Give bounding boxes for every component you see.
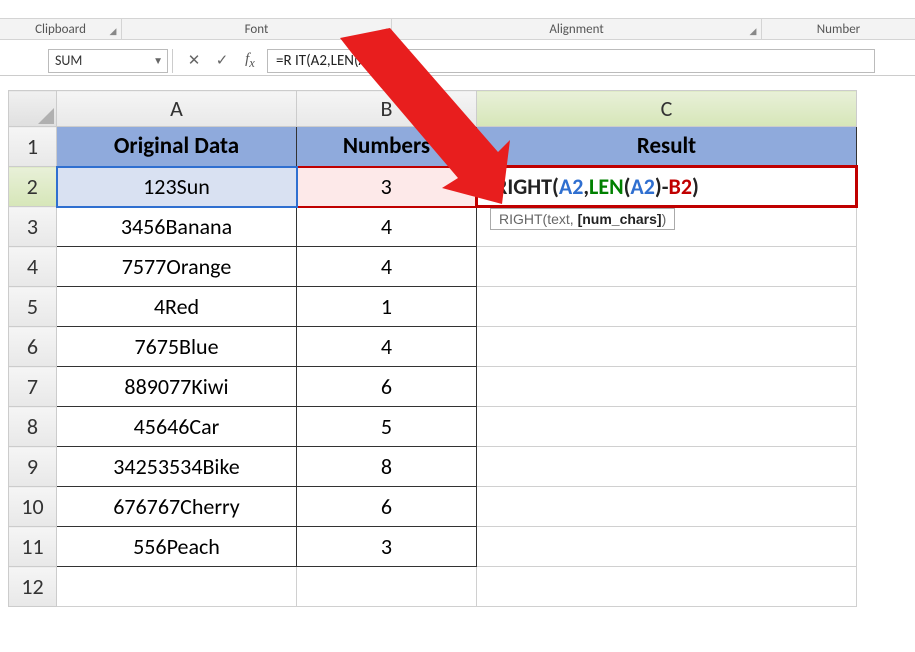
- col-header-B[interactable]: B: [297, 91, 477, 127]
- select-all-corner[interactable]: [9, 91, 57, 127]
- cell-A6[interactable]: 7675Blue: [57, 327, 297, 367]
- cell-C6[interactable]: [477, 327, 857, 367]
- cell-B2[interactable]: 3: [297, 167, 477, 207]
- row-header-3[interactable]: 3: [9, 207, 57, 247]
- cell-C10[interactable]: [477, 487, 857, 527]
- cell-C5[interactable]: [477, 287, 857, 327]
- row-header-6[interactable]: 6: [9, 327, 57, 367]
- ribbon-group-number: Number: [762, 19, 915, 39]
- cell-C11[interactable]: [477, 527, 857, 567]
- ribbon-group-font: Font ◢: [122, 19, 392, 39]
- row-header-2[interactable]: 2: [9, 167, 57, 207]
- row-header-1[interactable]: 1: [9, 127, 57, 167]
- cell-B5[interactable]: 1: [297, 287, 477, 327]
- cell-A9[interactable]: 34253534Bike: [57, 447, 297, 487]
- row-header-5[interactable]: 5: [9, 287, 57, 327]
- dialog-launcher-icon[interactable]: ◢: [748, 27, 758, 37]
- cell-C4[interactable]: [477, 247, 857, 287]
- cell-B6[interactable]: 4: [297, 327, 477, 367]
- col-header-C[interactable]: C: [477, 91, 857, 127]
- cell-C7[interactable]: [477, 367, 857, 407]
- fx-icon[interactable]: fx: [241, 51, 259, 71]
- formula-text: =R IT(A2,LEN(A2)-B2): [276, 52, 404, 70]
- cell-C8[interactable]: [477, 407, 857, 447]
- cell-B4[interactable]: 4: [297, 247, 477, 287]
- row-header-10[interactable]: 10: [9, 487, 57, 527]
- row-header-9[interactable]: 9: [9, 447, 57, 487]
- cell-A3[interactable]: 3456Banana: [57, 207, 297, 247]
- cell-B7[interactable]: 6: [297, 367, 477, 407]
- row-header-8[interactable]: 8: [9, 407, 57, 447]
- cell-A11[interactable]: 556Peach: [57, 527, 297, 567]
- dialog-launcher-icon[interactable]: ◢: [378, 27, 388, 37]
- cancel-formula-icon[interactable]: ✕: [185, 51, 203, 70]
- cell-C9[interactable]: [477, 447, 857, 487]
- cell-B12[interactable]: [297, 567, 477, 607]
- cell-C2[interactable]: =RIGHT(A2,LEN(A2)-B2)RIGHT(text, [num_ch…: [477, 167, 857, 207]
- ribbon-group-row: Clipboard ◢ Font ◢ Alignment ◢ Number: [0, 18, 915, 40]
- ribbon-group-alignment: Alignment ◢: [392, 19, 762, 39]
- ribbon-group-label: Font: [245, 22, 269, 37]
- formula-input[interactable]: =R IT(A2,LEN(A2)-B2): [267, 49, 875, 73]
- row-header-12[interactable]: 12: [9, 567, 57, 607]
- dialog-launcher-icon[interactable]: ◢: [108, 27, 118, 37]
- formula-tooltip: RIGHT(text, [num_chars]): [490, 208, 675, 230]
- cell-A8[interactable]: 45646Car: [57, 407, 297, 447]
- cell-B8[interactable]: 5: [297, 407, 477, 447]
- name-box-dropdown-icon[interactable]: ▼: [153, 54, 163, 67]
- cell-B10[interactable]: 6: [297, 487, 477, 527]
- cell-A12[interactable]: [57, 567, 297, 607]
- cell-A4[interactable]: 7577Orange: [57, 247, 297, 287]
- name-box[interactable]: SUM ▼: [48, 49, 168, 73]
- row-header-4[interactable]: 4: [9, 247, 57, 287]
- formula-bar: SUM ▼ ✕ ✓ fx =R IT(A2,LEN(A2)-B2): [0, 46, 915, 76]
- cell-A5[interactable]: 4Red: [57, 287, 297, 327]
- cell-C12[interactable]: [477, 567, 857, 607]
- cell-A7[interactable]: 889077Kiwi: [57, 367, 297, 407]
- cell-A2[interactable]: 123Sun: [57, 167, 297, 207]
- col-header-A[interactable]: A: [57, 91, 297, 127]
- name-box-value: SUM: [55, 52, 82, 69]
- cell-B1[interactable]: Numbers: [297, 127, 477, 167]
- ribbon-group-label: Clipboard: [35, 22, 86, 37]
- cell-C1[interactable]: Result: [477, 127, 857, 167]
- cell-B3[interactable]: 4: [297, 207, 477, 247]
- ribbon-group-label: Number: [817, 22, 860, 37]
- ribbon-group-clipboard: Clipboard ◢: [0, 19, 122, 39]
- ribbon-group-label: Alignment: [549, 22, 603, 37]
- cell-B9[interactable]: 8: [297, 447, 477, 487]
- row-header-11[interactable]: 11: [9, 527, 57, 567]
- row-header-7[interactable]: 7: [9, 367, 57, 407]
- cell-A1[interactable]: Original Data: [57, 127, 297, 167]
- cell-A10[interactable]: 676767Cherry: [57, 487, 297, 527]
- spreadsheet-grid[interactable]: A B C 1 Original Data Numbers Result 212…: [8, 90, 858, 607]
- cell-B11[interactable]: 3: [297, 527, 477, 567]
- accept-formula-icon[interactable]: ✓: [213, 51, 231, 70]
- formula-bar-buttons: ✕ ✓ fx: [177, 51, 267, 71]
